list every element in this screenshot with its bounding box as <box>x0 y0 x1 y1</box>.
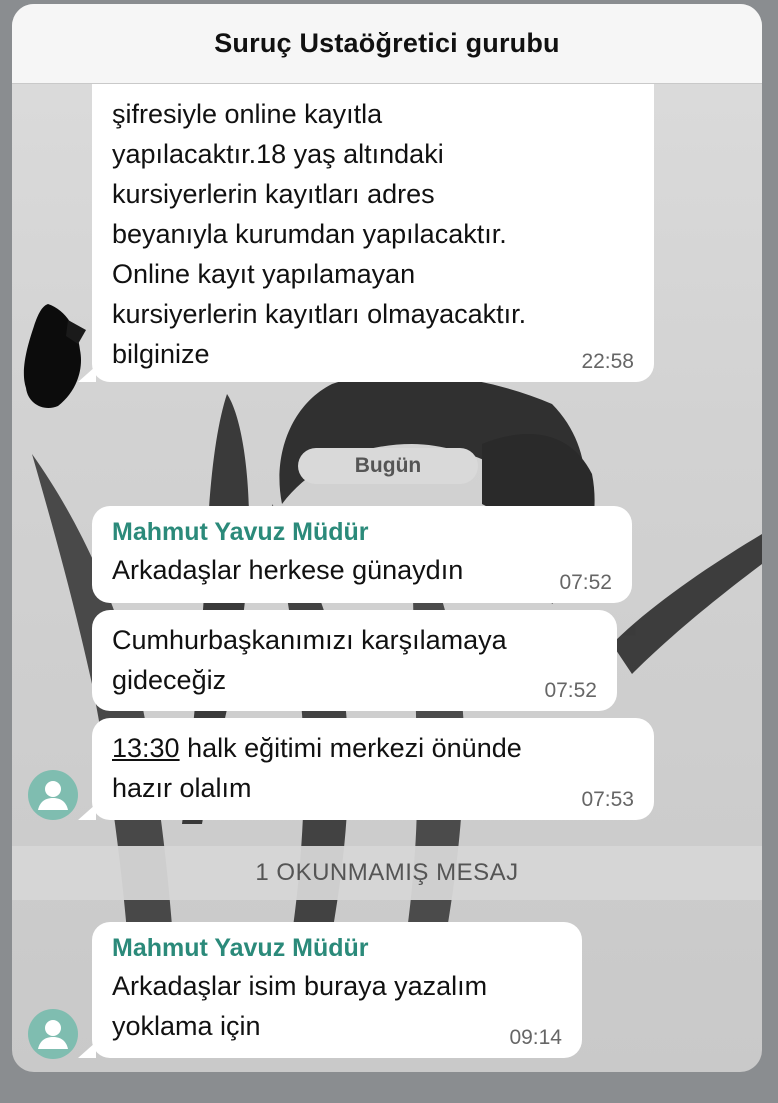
message-line: bilginize <box>112 339 210 369</box>
person-silhouette-icon <box>38 1020 68 1049</box>
message-line: Online kayıt yapılamayan <box>112 259 416 289</box>
message-line: kursiyerlerin kayıtları adres <box>112 179 435 209</box>
bubble-tail <box>78 804 96 820</box>
message-line: gideceğiz <box>112 665 227 695</box>
sender-avatar[interactable] <box>28 770 78 820</box>
message-line: 13:30 halk eğitimi merkezi önünde <box>112 728 634 768</box>
unread-banner: 1 OKUNMAMIŞ MESAJ <box>12 846 762 900</box>
message-line: yoklama için <box>112 1011 261 1041</box>
message-line: Cumhurbaşkanımızı karşılamaya <box>112 625 507 655</box>
chat-header[interactable]: Suruç Ustaöğretici gurubu <box>12 4 762 84</box>
date-separator: Bugün <box>298 448 478 484</box>
message-line: kursiyerlerin kayıtları olmayacaktır. <box>112 299 527 329</box>
message-time: 07:53 <box>581 788 634 811</box>
message-line: hazır olalım <box>112 773 252 803</box>
message-line: Arkadaşlar isim buraya yazalım <box>112 971 488 1001</box>
sender-name[interactable]: Mahmut Yavuz Müdür <box>112 922 562 966</box>
message-bubble[interactable]: Mahmut Yavuz Müdür Arkadaşlar isim buray… <box>92 922 582 1058</box>
message-line: beyanıyla kurumdan yapılacaktır. <box>112 219 507 249</box>
time-link[interactable]: 13:30 <box>112 733 180 763</box>
sender-name[interactable]: Mahmut Yavuz Müdür <box>112 506 612 550</box>
message-bubble[interactable]: Cumhurbaşkanımızı karşılamaya gideceğiz … <box>92 610 617 711</box>
message-time: 07:52 <box>559 571 612 594</box>
bubble-tail <box>78 1042 96 1058</box>
bubble-tail <box>78 366 96 382</box>
person-silhouette-icon <box>38 781 68 810</box>
message-line: şifresiyle online kayıtla <box>112 99 383 129</box>
group-title: Suruç Ustaöğretici gurubu <box>214 28 560 58</box>
message-time: 07:52 <box>544 679 597 702</box>
message-time: 22:58 <box>581 350 634 373</box>
message-bubble[interactable]: şifresiyle online kayıtla yapılacaktır.1… <box>92 64 654 382</box>
message-bubble[interactable]: Mahmut Yavuz Müdür Arkadaşlar herkese gü… <box>92 506 632 603</box>
sender-avatar[interactable] <box>28 1009 78 1059</box>
chat-screen: Suruç Ustaöğretici gurubu şifresiyle onl… <box>12 4 762 1072</box>
message-text: Arkadaşlar herkese günaydın <box>112 555 464 585</box>
message-text: halk eğitimi merkezi önünde <box>179 733 522 763</box>
message-text: şifresiyle online kayıtla yapılacaktır.1… <box>112 64 634 374</box>
redacted-avatar <box>23 304 86 408</box>
message-time: 09:14 <box>509 1026 562 1049</box>
message-bubble[interactable]: 13:30 halk eğitimi merkezi önünde hazır … <box>92 718 654 820</box>
message-line: yapılacaktır.18 yaş altındaki <box>112 139 444 169</box>
